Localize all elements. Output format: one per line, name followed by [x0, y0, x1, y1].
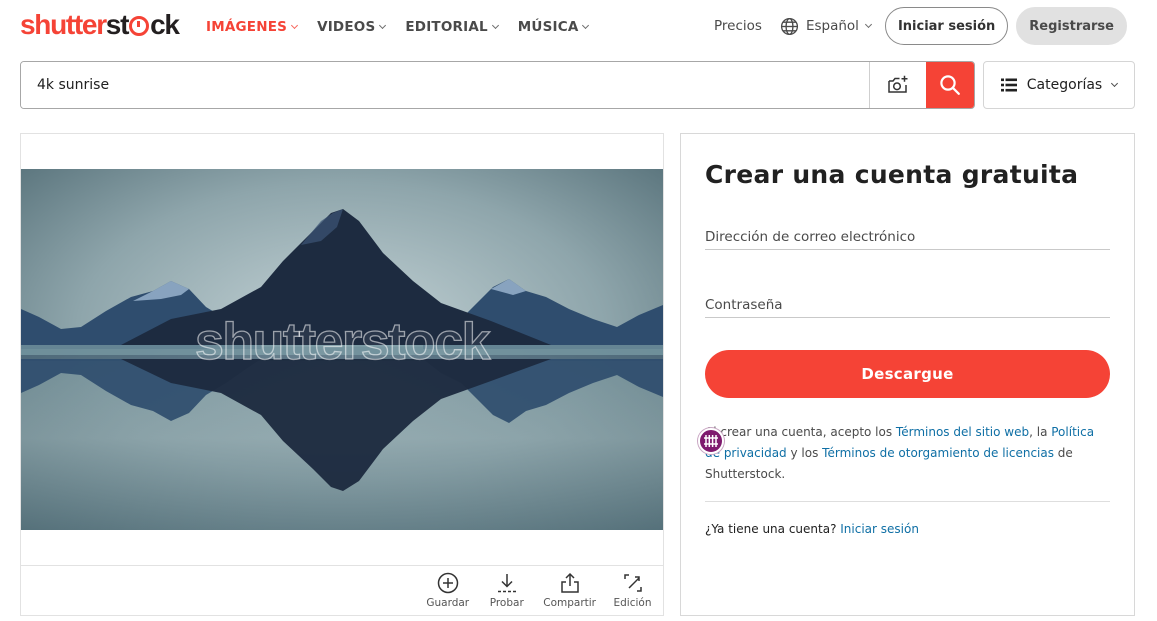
try-label: Probar [489, 597, 524, 609]
stock-image-preview[interactable]: shutterstock [21, 169, 663, 530]
signup-login-link[interactable]: Iniciar sesión [840, 522, 919, 536]
reverse-image-search-button[interactable] [869, 62, 926, 108]
divider [705, 501, 1110, 502]
signup-panel: Crear una cuenta gratuita Descargue Al c… [680, 133, 1135, 616]
nav-item-label: EDITORIAL [405, 19, 488, 35]
search-icon [940, 75, 960, 95]
language-selector[interactable]: Español [780, 17, 872, 36]
email-field-wrapper [705, 224, 1110, 250]
nav-item-videos[interactable]: VIDEOS [317, 19, 387, 35]
add-circle-icon [437, 572, 458, 594]
edit-button[interactable]: Edición [610, 572, 655, 609]
nav-item-imagenes[interactable]: IMÁGENES [206, 19, 299, 35]
download-signup-button[interactable]: Descargue [705, 350, 1110, 398]
nav-item-editorial[interactable]: EDITORIAL [405, 19, 499, 35]
register-button[interactable]: Registrarse [1016, 7, 1127, 45]
shutterstock-logo[interactable]: shutterst ck [20, 6, 180, 44]
nav-item-label: MÚSICA [517, 19, 579, 35]
search-input[interactable] [21, 62, 869, 108]
nav-item-label: IMÁGENES [206, 19, 288, 35]
edit-label: Edición [613, 597, 652, 609]
chevron-down-icon [491, 21, 499, 30]
try-button[interactable]: Probar [484, 572, 529, 609]
chevron-down-icon [291, 21, 299, 30]
save-button[interactable]: Guardar [425, 572, 470, 609]
save-label: Guardar [426, 597, 470, 609]
watermark-text: shutterstock [194, 312, 491, 371]
main-nav: IMÁGENES VIDEOS EDITORIAL MÚSICA [206, 0, 590, 54]
chevron-down-icon [864, 20, 872, 29]
edit-icon [623, 574, 642, 592]
share-icon [560, 572, 579, 593]
categories-button[interactable]: Categorías [983, 61, 1135, 109]
email-field[interactable] [705, 224, 1110, 249]
share-label: Compartir [543, 597, 596, 609]
terms-mid1: , la [1029, 425, 1052, 439]
password-field[interactable] [705, 292, 1110, 317]
logo-text-part2: st [105, 9, 130, 40]
image-actions: Guardar Probar Compartir Edición [21, 565, 663, 615]
signup-title: Crear una cuenta gratuita [705, 160, 1079, 189]
search-button[interactable] [926, 62, 974, 108]
logo-text-part3: ck [150, 9, 180, 40]
have-account-text: ¿Ya tiene una cuenta? Iniciar sesión [705, 522, 919, 536]
terms-prefix: Al crear una cuenta, acepto los [705, 425, 896, 439]
chevron-down-icon [379, 21, 387, 30]
license-terms-link[interactable]: Términos de otorgamiento de licencias [822, 446, 1054, 460]
globe-icon [780, 17, 799, 35]
image-preview-card: shutterstock Guardar Probar Compartir Ed… [20, 133, 664, 616]
search-bar [20, 61, 975, 109]
terms-mid2: y los [786, 446, 823, 460]
categories-label: Categorías [1026, 77, 1103, 93]
share-button[interactable]: Compartir [543, 572, 596, 609]
stopwatch-icon [129, 16, 150, 36]
logo-text-part1: shutter [20, 9, 107, 40]
password-field-wrapper [705, 292, 1110, 318]
terms-text: Al crear una cuenta, acepto los Términos… [705, 422, 1110, 485]
have-account-label: ¿Ya tiene una cuenta? [705, 522, 837, 536]
website-terms-link[interactable]: Términos del sitio web [896, 425, 1029, 439]
download-icon [497, 574, 516, 593]
account-bar: Precios Español Iniciar sesión Registrar… [714, 7, 1127, 45]
camera-plus-icon [888, 75, 908, 93]
chevron-down-icon [1111, 79, 1119, 88]
chevron-down-icon [582, 21, 590, 30]
nav-item-label: VIDEOS [317, 19, 376, 35]
extension-badge[interactable] [698, 428, 724, 454]
login-button[interactable]: Iniciar sesión [884, 7, 1009, 45]
list-icon [1000, 78, 1017, 92]
language-label: Español [805, 18, 859, 34]
nav-item-musica[interactable]: MÚSICA [517, 19, 590, 35]
pricing-link[interactable]: Precios [714, 18, 762, 34]
extension-grid-icon [704, 435, 718, 447]
